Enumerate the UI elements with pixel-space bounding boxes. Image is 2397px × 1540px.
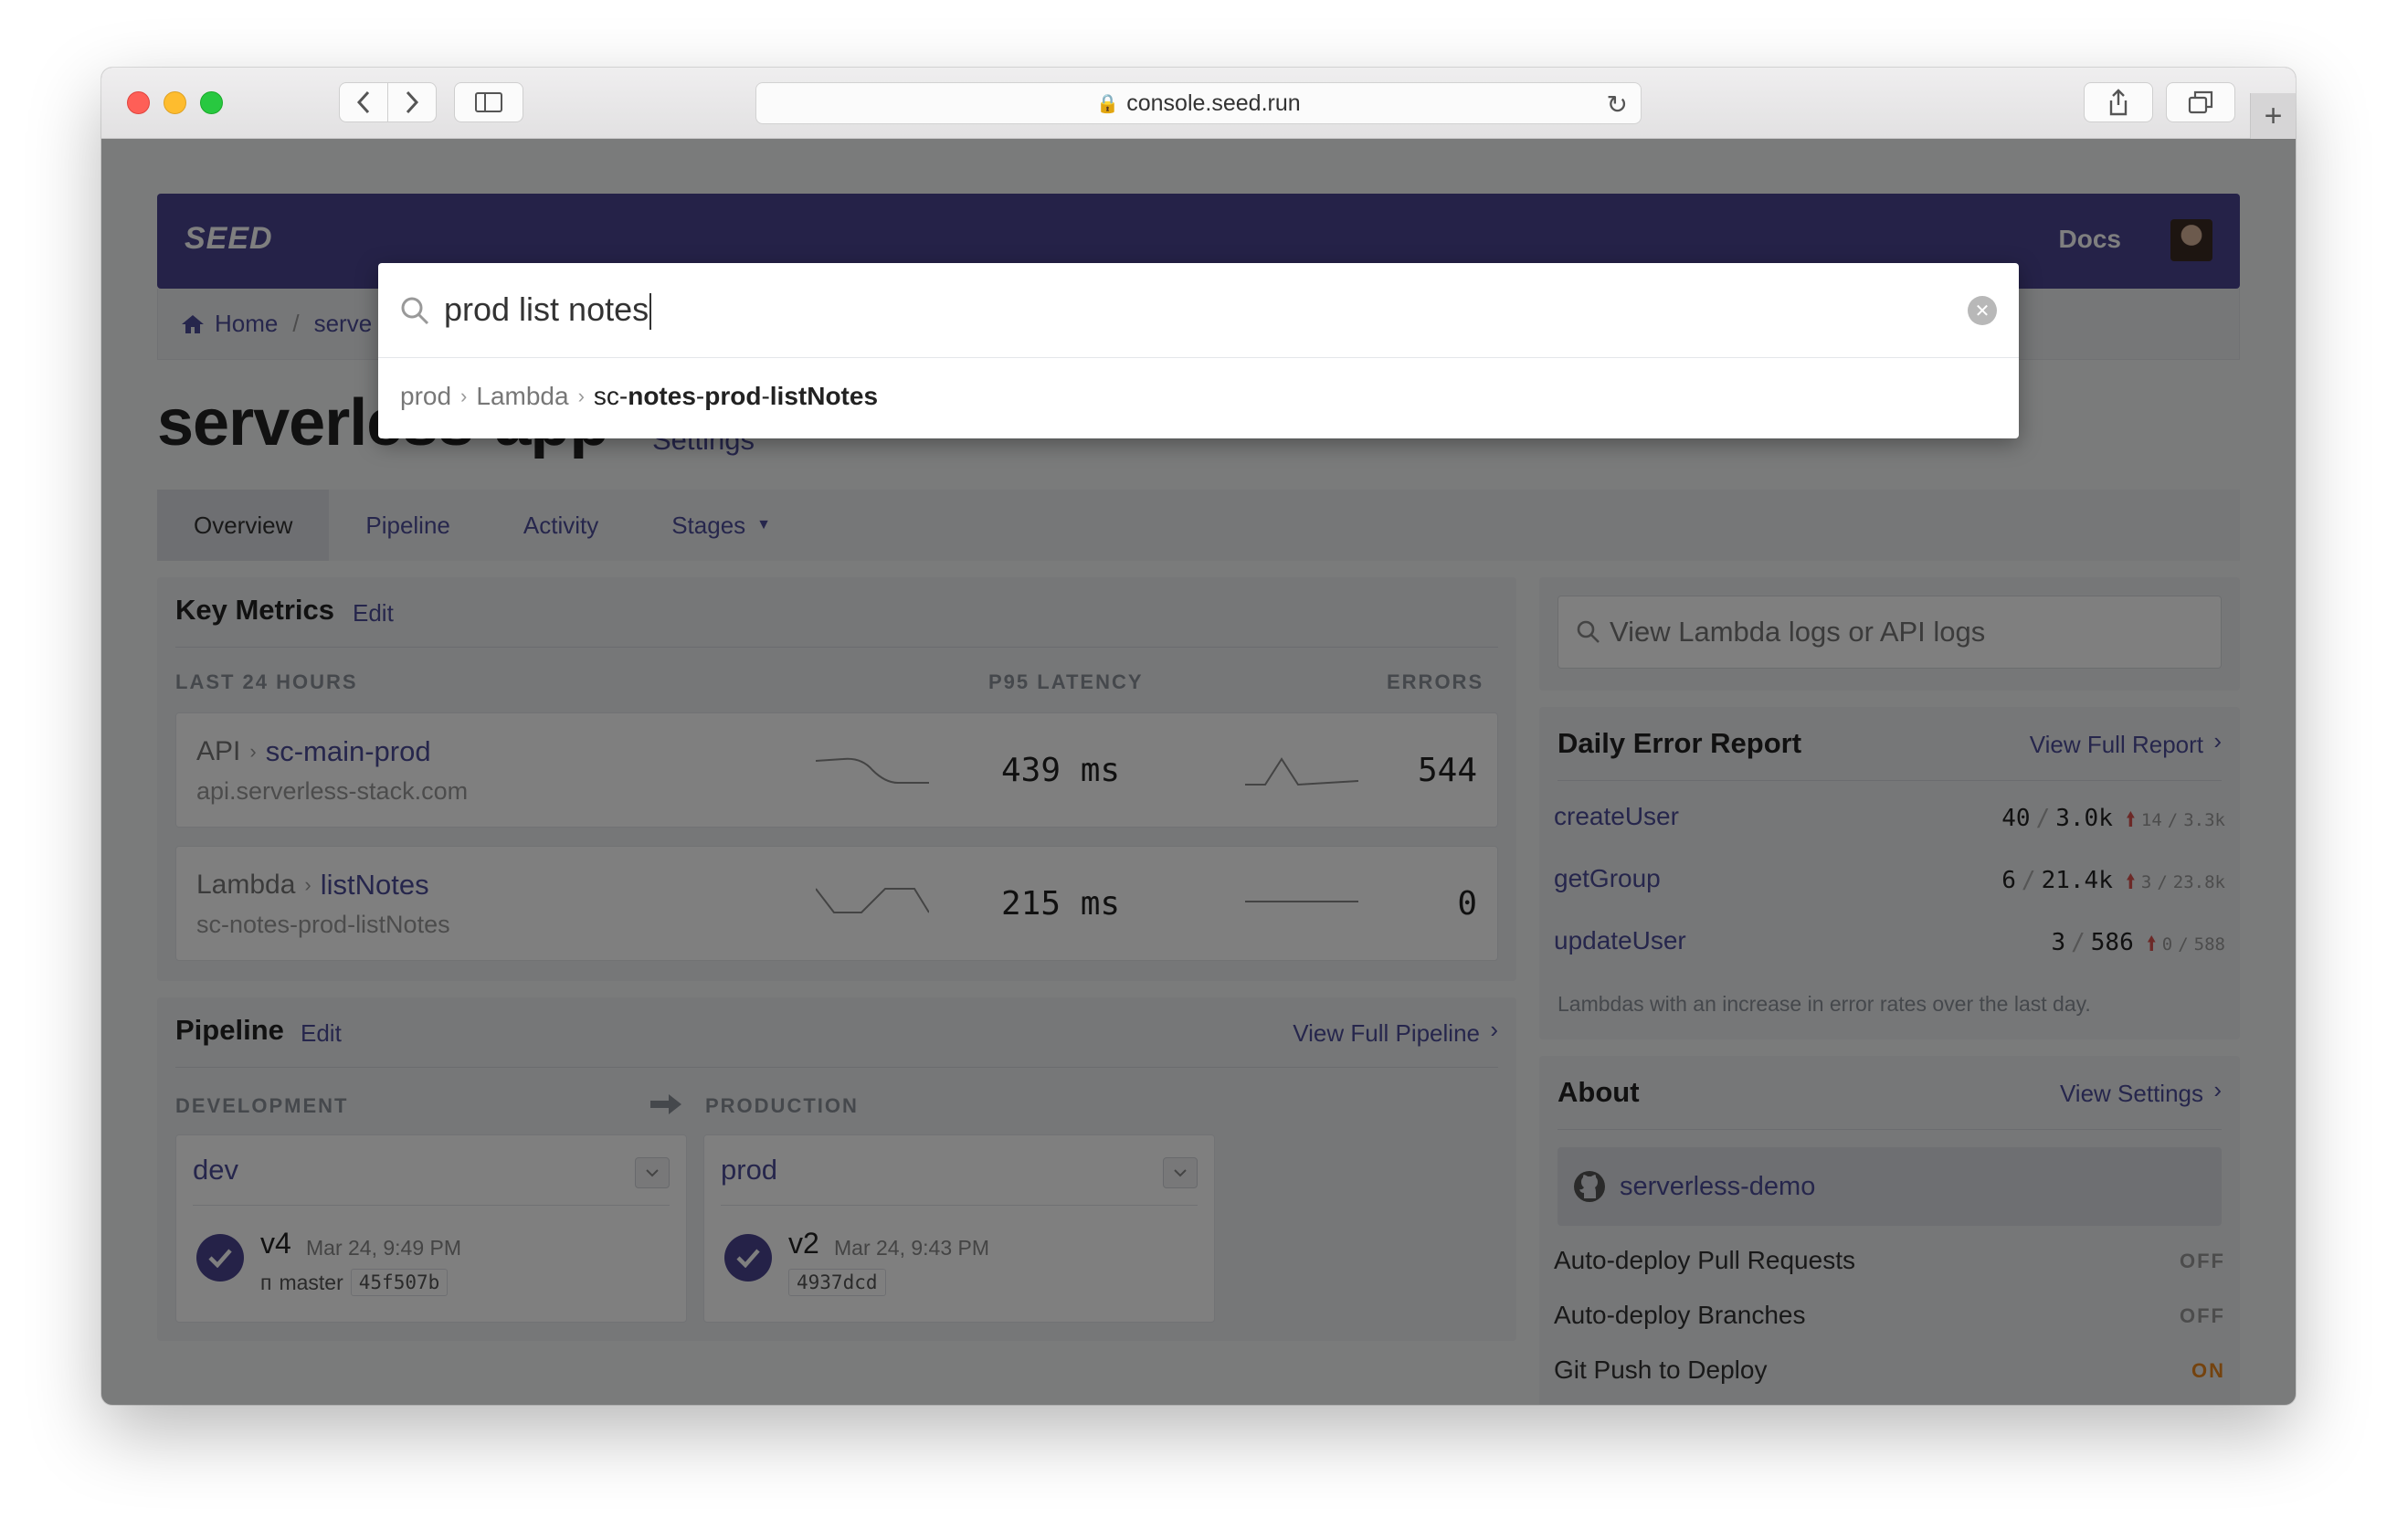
forward-button[interactable]	[387, 82, 437, 122]
zoom-window-button[interactable]	[200, 91, 223, 114]
reload-icon[interactable]: ↻	[1607, 90, 1628, 120]
clear-search-icon[interactable]: ✕	[1968, 296, 1997, 325]
sidebar-toggle-button[interactable]	[454, 82, 523, 122]
address-bar[interactable]: 🔒 console.seed.run ↻	[755, 82, 1642, 124]
browser-toolbar: 🔒 console.seed.run ↻ +	[101, 68, 2296, 139]
result-name-part: sc-	[593, 382, 628, 410]
chevron-right-icon: ›	[460, 385, 468, 407]
share-button[interactable]	[2084, 82, 2153, 122]
result-name-part: -	[695, 382, 705, 410]
search-icon	[401, 297, 429, 325]
search-input[interactable]: prod list notes ✕	[378, 263, 2019, 358]
result-name-match: notes	[628, 382, 696, 410]
chevron-left-icon	[356, 90, 370, 114]
tabs-overview-button[interactable]	[2166, 82, 2235, 122]
lock-icon: 🔒	[1096, 93, 1120, 114]
search-result[interactable]: prod › Lambda › sc-notes-prod-listNotes	[400, 382, 878, 411]
result-name: sc-notes-prod-listNotes	[594, 382, 878, 411]
back-button[interactable]	[339, 82, 388, 122]
close-window-button[interactable]	[127, 91, 150, 114]
url-text: console.seed.run	[1126, 90, 1301, 116]
chevron-right-icon	[406, 90, 419, 114]
tabs-icon	[2188, 90, 2213, 114]
search-popup-layer: prod list notes ✕ prod › Lambda › sc-not…	[101, 139, 2296, 1405]
search-popup: prod list notes ✕ prod › Lambda › sc-not…	[378, 263, 2019, 438]
result-stage: prod	[400, 382, 452, 410]
result-type: Lambda	[476, 382, 569, 410]
sidebar-icon	[475, 92, 502, 112]
result-name-part: -	[761, 382, 770, 410]
result-name-match: listNotes	[769, 382, 879, 410]
share-icon	[2109, 89, 2128, 116]
result-name-match: prod	[704, 382, 762, 410]
browser-window: 🔒 console.seed.run ↻ + SEED Docs Home / …	[101, 68, 2296, 1405]
minimize-window-button[interactable]	[164, 91, 186, 114]
new-tab-button[interactable]: +	[2250, 93, 2296, 139]
search-query-text: prod list notes	[444, 290, 649, 328]
search-query: prod list notes	[444, 290, 652, 331]
text-cursor	[649, 293, 652, 331]
chevron-right-icon: ›	[577, 385, 585, 407]
